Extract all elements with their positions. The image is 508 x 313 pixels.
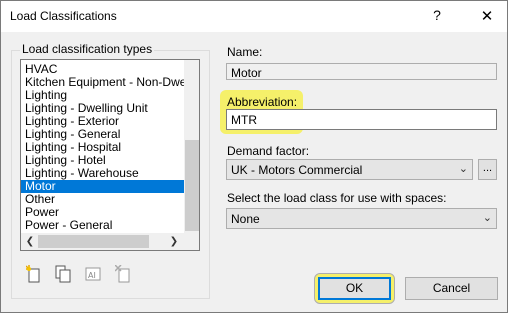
help-button[interactable]: ?	[429, 7, 445, 25]
rename-icon[interactable]: AI	[85, 265, 101, 283]
list-item[interactable]: Kitchen Equipment - Non-Dwelling	[21, 76, 184, 89]
load-classification-list[interactable]: HVAC Kitchen Equipment - Non-Dwelling Li…	[20, 59, 200, 251]
horizontal-scroll-thumb[interactable]	[38, 235, 149, 248]
abbreviation-label: Abbreviation:	[227, 95, 298, 109]
list-item[interactable]: Power	[21, 206, 184, 219]
list-item[interactable]: Lighting - Warehouse	[21, 167, 184, 180]
list-items: HVAC Kitchen Equipment - Non-Dwelling Li…	[21, 63, 184, 232]
title-bar: Load Classifications ? ✕	[1, 1, 507, 32]
demand-factor-browse-button[interactable]: ...	[478, 159, 497, 180]
list-item[interactable]: Lighting - Hospital	[21, 141, 184, 154]
space-load-class-value: None	[231, 212, 260, 226]
ok-button[interactable]: OK	[318, 277, 391, 300]
load-classifications-dialog: Load Classifications ? ✕ Load classifica…	[0, 0, 508, 313]
new-icon[interactable]	[26, 265, 42, 283]
list-item[interactable]: Lighting	[21, 89, 184, 102]
abbreviation-input[interactable]: MTR	[226, 109, 497, 130]
space-load-class-label: Select the load class for use with space…	[227, 191, 447, 205]
vertical-scrollbar[interactable]	[184, 60, 199, 233]
chevron-down-icon: ⌄	[458, 163, 468, 175]
demand-factor-dropdown[interactable]: UK - Motors Commercial ⌄	[226, 159, 473, 180]
demand-factor-label: Demand factor:	[227, 144, 310, 158]
scroll-corner	[184, 233, 199, 250]
list-item[interactable]: Lighting - General	[21, 128, 184, 141]
scroll-right-icon[interactable]: ❯	[167, 233, 181, 250]
list-item[interactable]: HVAC	[21, 63, 184, 76]
cancel-button[interactable]: Cancel	[405, 277, 498, 300]
scroll-left-icon[interactable]: ❮	[23, 233, 37, 250]
chevron-down-icon: ⌄	[482, 212, 492, 224]
list-item[interactable]: Power - General	[21, 219, 184, 232]
list-item-selected[interactable]: Motor	[21, 180, 184, 193]
list-item[interactable]: Lighting - Exterior	[21, 115, 184, 128]
list-item[interactable]: Lighting - Hotel	[21, 154, 184, 167]
name-field: Motor	[226, 63, 497, 80]
space-load-class-dropdown[interactable]: None ⌄	[226, 208, 497, 229]
horizontal-scrollbar[interactable]: ❮ ❯	[21, 233, 184, 250]
svg-text:AI: AI	[88, 271, 96, 280]
vertical-scroll-thumb[interactable]	[185, 140, 199, 231]
list-item[interactable]: Other	[21, 193, 184, 206]
window-title: Load Classifications	[10, 9, 117, 23]
name-label: Name:	[227, 45, 263, 59]
list-item[interactable]: Lighting - Dwelling Unit	[21, 102, 184, 115]
delete-icon[interactable]	[115, 265, 131, 283]
demand-factor-value: UK - Motors Commercial	[231, 163, 363, 177]
duplicate-icon[interactable]	[55, 265, 71, 283]
close-button[interactable]: ✕	[469, 1, 505, 32]
group-label: Load classification types	[20, 42, 155, 56]
